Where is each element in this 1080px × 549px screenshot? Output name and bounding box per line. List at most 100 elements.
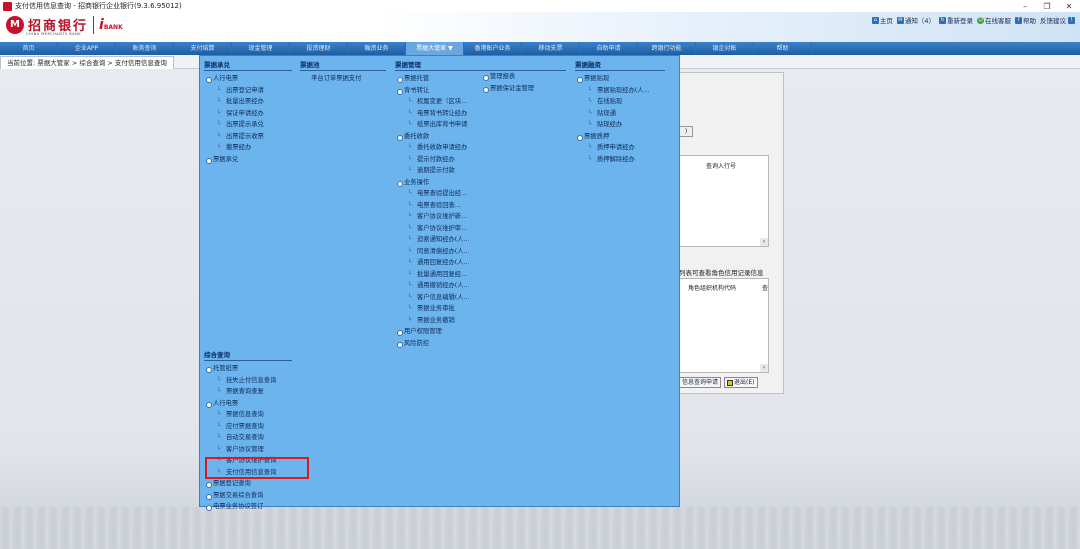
menu-item[interactable]: 票据登记查询 [204,478,292,490]
menu-item[interactable]: 出票提示收票 [204,131,292,143]
online-service-link[interactable]: ☺ 在线客服 [977,15,1011,25]
menu-item[interactable]: 挂失止付信息查询 [204,375,292,387]
menu-item[interactable]: 在线贴现 [575,96,665,108]
menu-item[interactable]: 委托收款申请经办 [395,142,566,154]
menu-head-bill-pool: 票据池 [300,59,386,71]
menu-col-bill-pool: 票据池 平台订单票据支付 [300,59,386,85]
menu-item[interactable]: 客户信息编辑(人... [395,292,566,304]
menu-item[interactable]: 通用回复经办(人... [395,257,566,269]
menu-item[interactable]: 批量通用回复经... [395,269,566,281]
menu-item[interactable]: 电票查验提出经... [395,188,566,200]
menu-item[interactable]: 批量出票经办 [204,96,292,108]
breadcrumb[interactable]: 当前位置: 票据大管家 > 综合查询 > 支付信用信息查询 [0,56,174,69]
menu-item[interactable]: 纸票出库背书申请 [395,119,566,131]
menu-item[interactable]: 保证申请经办 [204,108,292,120]
menu-item[interactable]: 电票业务协议签订 [204,501,292,513]
menu-item[interactable]: 出票提示承兑 [204,119,292,131]
menu-item[interactable]: 票据业务审批 [395,303,566,315]
exit-button[interactable]: 退出(E) [724,377,758,388]
help-link[interactable]: ? 帮助 [1015,15,1036,25]
panel-small-button[interactable]: ) [679,126,693,137]
menu-item[interactable]: 应付票据查询 [204,421,292,433]
menu-item[interactable]: 同意清偿经办(人... [395,246,566,258]
nav-enterprise-app[interactable]: 企业APP [58,42,116,55]
menu-item[interactable]: 质押申请经办 [575,142,665,154]
feedback-icon: ! [1068,16,1075,24]
home-link[interactable]: ⌂ 主页 [871,15,893,25]
menu-item[interactable]: 票据贴现经办(人... [575,85,665,97]
menu-item[interactable]: 票据查询查复 [204,386,292,398]
nav-self-service[interactable]: 自助申请 [580,42,638,55]
bank-name-en: CHINA MERCHANTS BANK [26,32,81,36]
menu-item[interactable]: 追索通知经办(人... [395,234,566,246]
menu-item[interactable]: 电票查验回查... [395,200,566,212]
menu-col-bill-management-2: 管理报表 票据保证金管理 [481,71,566,94]
menu-item[interactable]: 票据质押 [575,131,665,143]
menu-item[interactable]: 客户协议维护新... [395,211,566,223]
bill-manager-dropdown: 票据承兑 人行电票 出票登记申请 批量出票经办 保证申请经办 出票提示承兑 出票… [199,55,680,511]
feedback-link[interactable]: 反馈建议! [1040,15,1076,25]
nav-bill-manager[interactable]: 票据大管家 ▼ [406,42,464,55]
menu-item[interactable]: 人行电票 [204,398,292,410]
home-icon: ⌂ [871,16,879,24]
menu-item[interactable]: 票据贴现 [575,73,665,85]
menu-item[interactable]: 托管纸票 [204,363,292,375]
online-service-icon: ☺ [977,16,984,24]
menu-head-comprehensive-query: 综合查询 [204,349,292,361]
menu-col-comprehensive-query: 综合查询 托管纸票 挂失止付信息查询 票据查询查复 人行电票 票据信息查询 应付… [204,349,292,513]
menu-item[interactable]: 平台订单票据支付 [300,73,386,85]
close-button[interactable]: ✕ [1058,2,1080,11]
menu-item[interactable]: 票据信息查询 [204,409,292,421]
maximize-button[interactable]: ❐ [1036,2,1058,11]
notice-link[interactable]: ✉ 通知（4） [896,15,935,25]
nav-investment[interactable]: 投资理财 [290,42,348,55]
nav-hk-account[interactable]: 香港账户业务 [464,42,522,55]
menu-item[interactable]: 人行电票 [204,73,292,85]
nav-financing[interactable]: 融资业务 [348,42,406,55]
app-icon [3,1,12,11]
nav-cross-bank[interactable]: 跨银行功能 [638,42,696,55]
menu-item[interactable]: 票据交易综合查询 [204,490,292,502]
menu-item[interactable]: 客户协议维护审... [395,223,566,235]
menu-item[interactable]: 风险防控 [395,338,566,350]
grid-header-bank-no: 查询入行号 [706,163,737,170]
nav-help[interactable]: 帮助 [754,42,812,55]
grid-header-org-code: 角色组织机构代码 [688,285,737,292]
menu-item[interactable]: 用户权限管理 [395,326,566,338]
menu-item[interactable]: 电票背书转让经办 [395,108,566,120]
menu-item[interactable]: 出票登记申请 [204,85,292,97]
menu-item[interactable]: 业务操作 [395,177,566,189]
menu-item[interactable]: 通用撤销经办(人... [395,280,566,292]
notice-icon: ✉ [896,16,904,24]
grid2-scroll-right-icon[interactable]: › [760,364,768,372]
nav-mobile-check[interactable]: 移动支票 [522,42,580,55]
menu-item[interactable]: 票据业务撤销 [395,315,566,327]
grid-header-query: 查 [762,285,769,292]
nav-cash-management[interactable]: 现金管理 [232,42,290,55]
nav-account-query[interactable]: 账务查询 [116,42,174,55]
menu-item[interactable]: 逾期提示付款 [395,165,566,177]
menu-item[interactable]: 客户协议管理 [204,444,292,456]
nav-payment[interactable]: 支付结算 [174,42,232,55]
menu-item[interactable]: 自动交易查询 [204,432,292,444]
minimize-button[interactable]: – [1014,2,1036,11]
menu-item[interactable]: 权属变更（区块... [395,96,566,108]
menu-item[interactable]: 质押解除经办 [575,154,665,166]
grid-scroll-right-icon[interactable]: › [760,238,768,246]
info-query-apply-button[interactable]: 信息查询申请 [679,377,722,388]
menu-item[interactable]: 贴现经办 [575,119,665,131]
relogin-link[interactable]: ↻ 重新登录 [939,15,973,25]
bank-result-grid: 查询入行号 › [679,155,769,247]
menu-item[interactable]: 管理报表 [481,71,566,83]
menu-item[interactable]: 委托收款 [395,131,566,143]
menu-item[interactable]: 票据承兑 [204,154,292,166]
menu-item[interactable]: 撤票经办 [204,142,292,154]
nav-home[interactable]: 首页 [0,42,58,55]
nav-reconciliation[interactable]: 银企对账 [696,42,754,55]
menu-item[interactable]: 贴现通 [575,108,665,120]
bank-emblem-icon: M [6,15,24,34]
window-title: 支付信用信息查询 - 招商银行企业银行(9.3.6.95012) [15,2,182,10]
menu-item[interactable]: 票据保证金管理 [481,83,566,95]
window-controls: – ❐ ✕ [1014,2,1080,11]
menu-item[interactable]: 提示付款经办 [395,154,566,166]
